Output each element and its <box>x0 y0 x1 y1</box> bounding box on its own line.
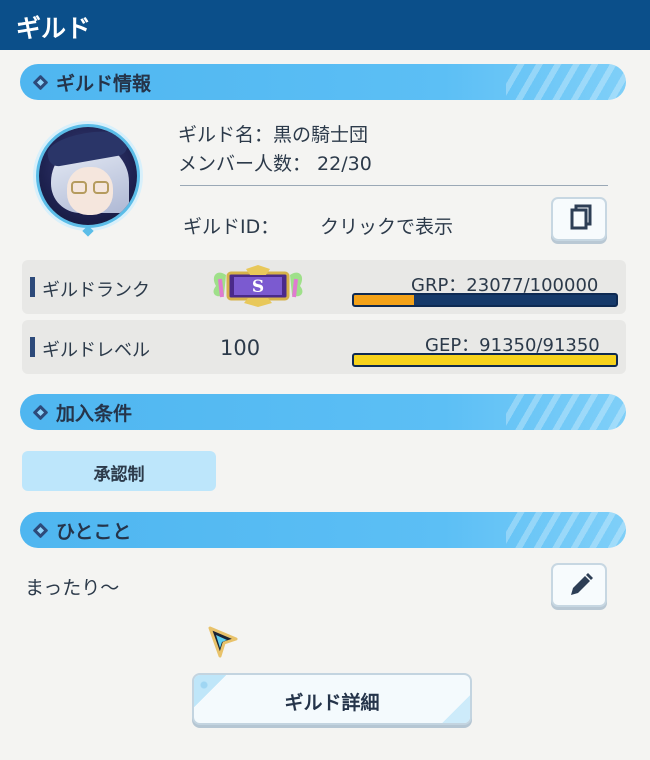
join-condition-label: 承認制 <box>93 465 145 485</box>
divider <box>180 185 608 186</box>
title-bar: ギルド <box>0 0 650 50</box>
page-title: ギルド <box>16 14 92 43</box>
guild-level-label: ギルドレベル <box>42 340 150 361</box>
guild-id-label: ギルドID： <box>183 216 280 238</box>
gep-progress-fill <box>354 355 616 365</box>
section-header-guild-info: ギルド情報 <box>20 64 626 100</box>
pointer-cursor-icon <box>208 626 238 658</box>
guild-rank-row: ギルドランク S GRP：23077/100000 <box>22 260 626 314</box>
pencil-icon <box>571 573 593 595</box>
guild-message: まったり～ <box>25 577 120 599</box>
section-title: ギルド情報 <box>56 73 152 95</box>
section-title: 加入条件 <box>56 403 133 425</box>
guild-avatar <box>36 124 140 228</box>
rank-badge-icon: S <box>213 265 303 307</box>
member-count: メンバー人数： 22/30 <box>178 153 372 175</box>
guild-rank-label: ギルドランク <box>42 280 150 301</box>
grp-progress-fill <box>354 295 415 305</box>
edit-message-button[interactable] <box>551 563 607 607</box>
section-header-join-conditions: 加入条件 <box>20 394 626 430</box>
section-header-message: ひとこと <box>20 512 626 548</box>
guild-level-value: 100 <box>220 336 261 360</box>
diamond-bullet-icon <box>32 404 49 421</box>
guild-detail-label: ギルド詳細 <box>284 692 380 714</box>
section-title: ひとこと <box>56 521 132 543</box>
diamond-bullet-icon <box>32 74 49 91</box>
rank-letter: S <box>252 277 264 297</box>
copy-icon <box>570 204 592 230</box>
copy-id-button[interactable] <box>551 197 607 241</box>
guild-id-reveal-link[interactable]: クリックで表示 <box>320 212 453 239</box>
guild-detail-button[interactable]: ギルド詳細 <box>192 673 472 725</box>
diamond-bullet-icon <box>32 522 49 539</box>
grp-progress-bar <box>352 293 618 307</box>
join-condition-tag: 承認制 <box>22 451 216 491</box>
guild-level-row: ギルドレベル 100 GEP：91350/91350 <box>22 320 626 374</box>
gep-progress-bar <box>352 353 618 367</box>
guild-name: ギルド名：黒の騎士団 <box>178 124 369 146</box>
